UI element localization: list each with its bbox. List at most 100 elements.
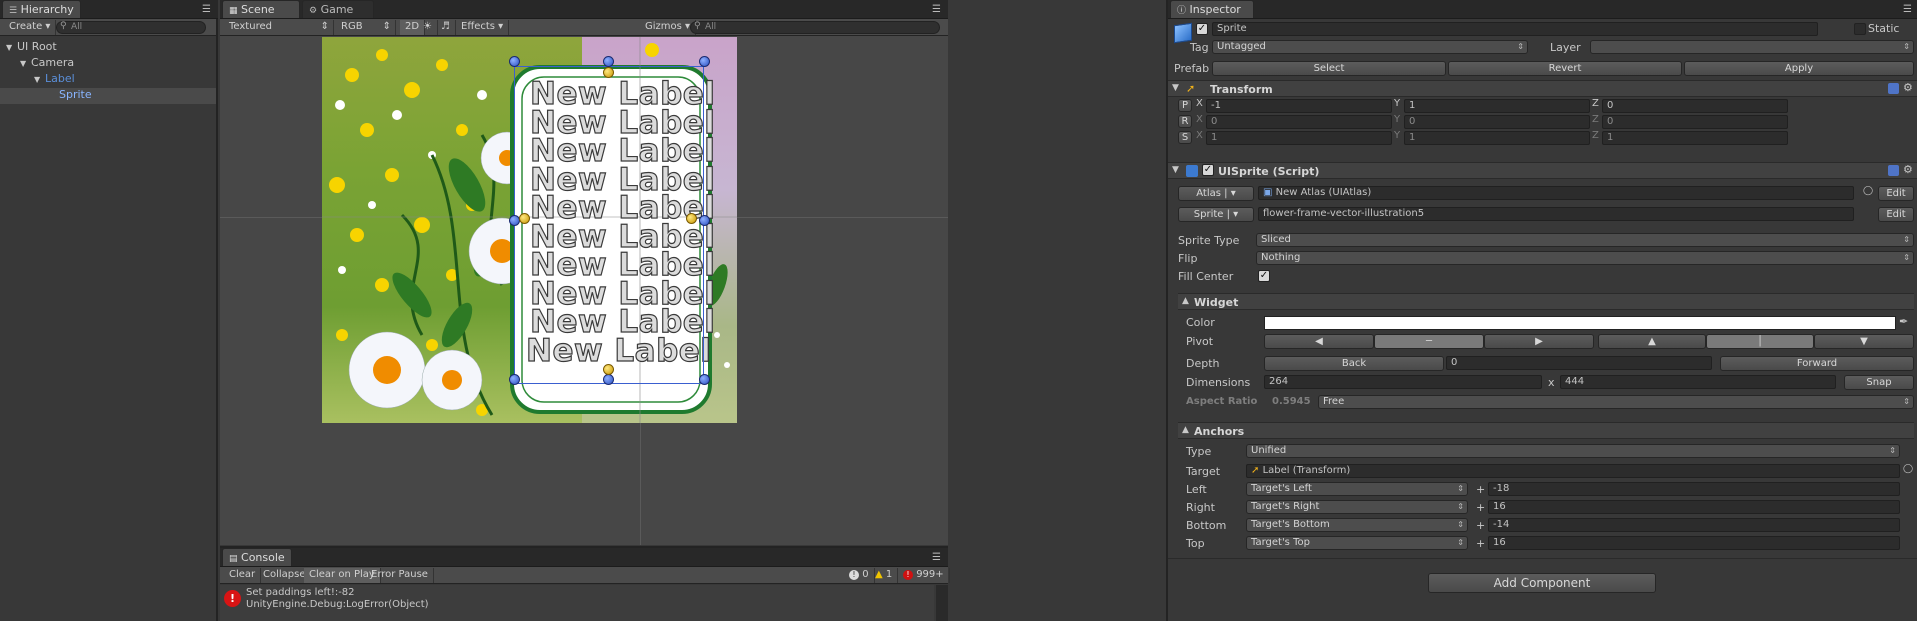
atlas-button[interactable]: Atlas | ▾ [1178, 186, 1254, 201]
snap-button[interactable]: Snap [1844, 375, 1914, 390]
aspect-mode-dropdown[interactable]: Free ⇕ [1318, 395, 1914, 409]
sprite-type-dropdown[interactable]: Sliced ⇕ [1256, 233, 1914, 247]
create-dropdown[interactable]: Create ▾ [4, 20, 57, 35]
pivot-right-button[interactable]: ▶ [1484, 334, 1594, 349]
anchor-handle-right[interactable] [686, 213, 697, 224]
uisprite-enabled-checkbox[interactable]: ✓ [1202, 164, 1214, 176]
anchor-handle-left[interactable] [519, 213, 530, 224]
help-icon[interactable] [1888, 165, 1899, 176]
gizmos-dropdown[interactable]: Gizmos ▾ [640, 20, 697, 35]
anchor-right-offset-field[interactable]: 16 [1488, 500, 1900, 514]
render-mode-dropdown[interactable]: RGB ⇕ [336, 20, 396, 35]
sprite-button[interactable]: Sprite | ▾ [1178, 207, 1254, 222]
edge-handle-top[interactable] [603, 56, 614, 67]
clear-button[interactable]: Clear [224, 568, 262, 583]
foldout-arrow-icon[interactable]: ▼ [34, 75, 42, 84]
depth-forward-button[interactable]: Forward [1720, 356, 1914, 371]
scene-viewport[interactable]: New Label New Label New Label New Label New … [220, 37, 948, 545]
edge-handle-right[interactable] [699, 215, 710, 226]
hierarchy-item[interactable]: ▼ UI Root [0, 40, 216, 56]
pivot-bottom-button[interactable]: ▼ [1814, 334, 1914, 349]
object-name-field[interactable]: Sprite [1212, 22, 1818, 36]
widget-header[interactable]: ▲ Widget [1178, 293, 1914, 310]
color-swatch[interactable] [1264, 316, 1896, 330]
anchor-handle-top[interactable] [603, 67, 614, 78]
transform-header[interactable]: ▼ ➚ Transform ⚙ [1168, 80, 1917, 97]
transform-x-field[interactable]: 0 [1206, 115, 1392, 129]
transform-y-field[interactable]: 0 [1404, 115, 1590, 129]
layer-dropdown[interactable]: ⇕ [1590, 40, 1914, 54]
pivot-center-h-button[interactable]: ─ [1374, 334, 1484, 349]
gear-icon[interactable]: ⚙ [1903, 163, 1913, 176]
transform-z-field[interactable]: 1 [1602, 131, 1788, 145]
depth-field[interactable]: 0 [1446, 356, 1712, 370]
anchors-header[interactable]: ▲ Anchors [1178, 422, 1914, 439]
prefab-apply-button[interactable]: Apply [1684, 61, 1914, 76]
transform-reset-button[interactable]: R [1178, 115, 1192, 128]
anchor-top-offset-field[interactable]: 16 [1488, 536, 1900, 550]
transform-y-field[interactable]: 1 [1404, 131, 1590, 145]
anchor-target-field[interactable]: ➚ Label (Transform) [1246, 464, 1900, 478]
edge-handle-bottom[interactable] [603, 374, 614, 385]
panel-menu-icon[interactable]: ☰ [932, 552, 941, 563]
lighting-icon[interactable]: ☀ [418, 20, 438, 35]
transform-x-field[interactable]: -1 [1206, 99, 1392, 113]
object-picker-icon[interactable]: ◯ [1863, 186, 1873, 196]
tab-inspector[interactable]: ⓘ Inspector [1170, 0, 1254, 18]
transform-z-field[interactable]: 0 [1602, 115, 1788, 129]
hierarchy-search-input[interactable]: ⚲ All [56, 21, 206, 34]
width-field[interactable]: 264 [1264, 375, 1542, 389]
corner-handle-top-left[interactable] [509, 56, 520, 67]
hierarchy-item[interactable]: Sprite [0, 88, 216, 104]
panel-menu-icon[interactable]: ☰ [932, 4, 941, 15]
atlas-edit-button[interactable]: Edit [1878, 186, 1914, 201]
scene-search-input[interactable]: ⚲ All [690, 21, 940, 34]
eyedropper-icon[interactable]: ✒ [1899, 315, 1908, 328]
foldout-arrow-icon[interactable]: ▼ [6, 43, 14, 52]
anchor-right-dropdown[interactable]: Target's Right ⇕ [1246, 500, 1468, 514]
console-scrollbar[interactable] [936, 585, 948, 621]
hierarchy-item[interactable]: ▼ Camera [0, 56, 216, 72]
transform-x-field[interactable]: 1 [1206, 131, 1392, 145]
panel-menu-icon[interactable]: ☰ [1903, 4, 1912, 15]
anchor-bottom-offset-field[interactable]: -14 [1488, 518, 1900, 532]
corner-handle-bottom-left[interactable] [509, 374, 520, 385]
anchor-top-dropdown[interactable]: Target's Top ⇕ [1246, 536, 1468, 550]
gear-icon[interactable]: ⚙ [1903, 81, 1913, 94]
flip-dropdown[interactable]: Nothing ⇕ [1256, 251, 1914, 265]
pivot-center-v-button[interactable]: │ [1706, 334, 1814, 349]
tab-scene[interactable]: ▦ Scene [222, 0, 300, 18]
anchor-left-offset-field[interactable]: -18 [1488, 482, 1900, 496]
static-checkbox[interactable] [1854, 23, 1866, 35]
corner-handle-bottom-right[interactable] [699, 374, 710, 385]
anchor-left-dropdown[interactable]: Target's Left ⇕ [1246, 482, 1468, 496]
help-icon[interactable] [1888, 83, 1899, 94]
height-field[interactable]: 444 [1560, 375, 1836, 389]
add-component-button[interactable]: Add Component [1428, 573, 1656, 593]
warning-count-toggle[interactable]: ▲ 1 [870, 568, 899, 583]
tab-console[interactable]: ▤ Console [222, 548, 292, 566]
pivot-left-button[interactable]: ◀ [1264, 334, 1374, 349]
depth-back-button[interactable]: Back [1264, 356, 1444, 371]
transform-y-field[interactable]: 1 [1404, 99, 1590, 113]
error-count-toggle[interactable]: ! 999+ [898, 568, 950, 583]
sprite-edit-button[interactable]: Edit [1878, 207, 1914, 222]
pivot-top-button[interactable]: ▲ [1598, 334, 1706, 349]
effects-dropdown[interactable]: Effects ▾ [456, 20, 510, 35]
corner-handle-top-right[interactable] [699, 56, 710, 67]
prefab-revert-button[interactable]: Revert [1448, 61, 1682, 76]
tag-dropdown[interactable]: Untagged ⇕ [1212, 40, 1528, 54]
foldout-arrow-icon[interactable]: ▼ [20, 59, 28, 68]
prefab-select-button[interactable]: Select [1212, 61, 1446, 76]
transform-reset-button[interactable]: P [1178, 99, 1192, 112]
sprite-field[interactable]: flower-frame-vector-illustration5 [1258, 207, 1854, 221]
hierarchy-item[interactable]: ▼ Label [0, 72, 216, 88]
anchor-type-dropdown[interactable]: Unified ⇕ [1246, 444, 1900, 458]
panel-menu-icon[interactable]: ☰ [202, 4, 211, 15]
anchor-bottom-dropdown[interactable]: Target's Bottom ⇕ [1246, 518, 1468, 532]
active-checkbox[interactable]: ✓ [1196, 23, 1208, 35]
transform-z-field[interactable]: 0 [1602, 99, 1788, 113]
object-picker-icon[interactable]: ◯ [1903, 464, 1913, 474]
uisprite-header[interactable]: ▼ ✓ UISprite (Script) ⚙ [1168, 162, 1917, 179]
console-entry[interactable]: ! Set paddings left!:-82 UnityEngine.Deb… [220, 585, 934, 621]
